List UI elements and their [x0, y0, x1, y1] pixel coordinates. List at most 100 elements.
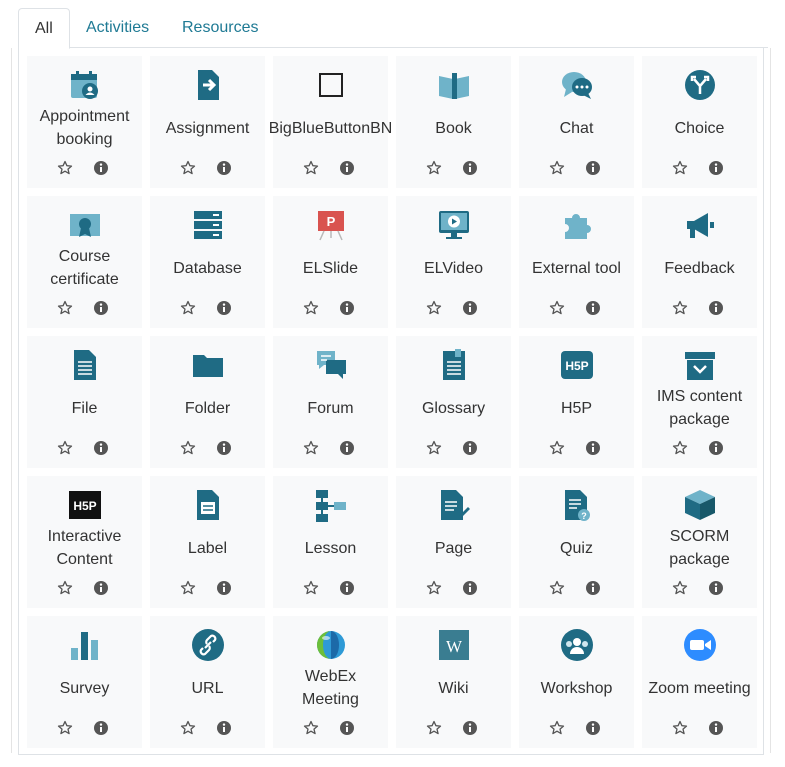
- module-card-assignment[interactable]: Assignment: [150, 56, 265, 188]
- info-icon[interactable]: [462, 720, 478, 736]
- star-icon[interactable]: [426, 440, 442, 456]
- star-icon[interactable]: [303, 720, 319, 736]
- info-icon[interactable]: [585, 580, 601, 596]
- module-card-webex-meeting[interactable]: WebEx Meeting: [273, 616, 388, 748]
- star-icon[interactable]: [303, 300, 319, 316]
- star-icon[interactable]: [672, 720, 688, 736]
- info-icon[interactable]: [462, 300, 478, 316]
- module-card-chat[interactable]: Chat: [519, 56, 634, 188]
- info-icon[interactable]: [339, 580, 355, 596]
- tab-resources[interactable]: Resources: [166, 8, 274, 49]
- module-card-feedback[interactable]: Feedback: [642, 196, 757, 328]
- info-icon[interactable]: [339, 300, 355, 316]
- info-icon[interactable]: [708, 160, 724, 176]
- star-icon[interactable]: [180, 580, 196, 596]
- star-icon[interactable]: [426, 300, 442, 316]
- module-card-file[interactable]: File: [27, 336, 142, 468]
- module-card-bigbluebuttonbn[interactable]: BigBlueButtonBN: [269, 56, 392, 188]
- info-icon[interactable]: [339, 160, 355, 176]
- bar-chart-icon: [68, 628, 102, 662]
- module-card-label[interactable]: Label: [150, 476, 265, 608]
- star-icon[interactable]: [426, 580, 442, 596]
- star-icon[interactable]: [426, 160, 442, 176]
- star-icon[interactable]: [303, 160, 319, 176]
- star-icon[interactable]: [57, 440, 73, 456]
- info-icon[interactable]: [708, 720, 724, 736]
- info-icon[interactable]: [708, 300, 724, 316]
- info-icon[interactable]: [585, 160, 601, 176]
- tab-bar: All Activities Resources: [18, 8, 768, 49]
- star-icon[interactable]: [549, 720, 565, 736]
- info-icon[interactable]: [462, 440, 478, 456]
- star-icon[interactable]: [426, 720, 442, 736]
- info-icon[interactable]: [339, 720, 355, 736]
- puzzle-icon: [560, 208, 594, 242]
- module-card-forum[interactable]: Forum: [273, 336, 388, 468]
- module-grid: Appointment booking Assignment BigBlueButt…: [27, 56, 757, 748]
- star-icon[interactable]: [180, 440, 196, 456]
- star-icon[interactable]: [57, 580, 73, 596]
- info-icon[interactable]: [339, 440, 355, 456]
- forum-icon: [314, 348, 348, 382]
- module-card-scorm-package[interactable]: SCORM package: [642, 476, 757, 608]
- star-icon[interactable]: [57, 160, 73, 176]
- module-card-elslide[interactable]: P ELSlide: [273, 196, 388, 328]
- module-card-external-tool[interactable]: External tool: [519, 196, 634, 328]
- star-icon[interactable]: [57, 720, 73, 736]
- info-icon[interactable]: [708, 580, 724, 596]
- star-icon[interactable]: [672, 440, 688, 456]
- info-icon[interactable]: [216, 160, 232, 176]
- info-icon[interactable]: [462, 580, 478, 596]
- module-card-wiki[interactable]: W Wiki: [396, 616, 511, 748]
- star-icon[interactable]: [303, 580, 319, 596]
- star-icon[interactable]: [549, 580, 565, 596]
- star-icon[interactable]: [303, 440, 319, 456]
- module-card-page[interactable]: Page: [396, 476, 511, 608]
- module-card-url[interactable]: URL: [150, 616, 265, 748]
- module-card-lesson[interactable]: Lesson: [273, 476, 388, 608]
- module-card-interactive-content[interactable]: H5P Interactive Content: [27, 476, 142, 608]
- star-icon[interactable]: [180, 300, 196, 316]
- module-card-workshop[interactable]: Workshop: [519, 616, 634, 748]
- info-icon[interactable]: [93, 440, 109, 456]
- star-icon[interactable]: [57, 300, 73, 316]
- star-icon[interactable]: [180, 720, 196, 736]
- module-card-elvideo[interactable]: ELVideo: [396, 196, 511, 328]
- star-icon[interactable]: [549, 300, 565, 316]
- module-card-glossary[interactable]: Glossary: [396, 336, 511, 468]
- info-icon[interactable]: [216, 720, 232, 736]
- module-card-survey[interactable]: Survey: [27, 616, 142, 748]
- info-icon[interactable]: [462, 160, 478, 176]
- info-icon[interactable]: [93, 720, 109, 736]
- module-card-zoom-meeting[interactable]: Zoom meeting: [642, 616, 757, 748]
- info-icon[interactable]: [708, 440, 724, 456]
- module-card-appointment-booking[interactable]: Appointment booking: [27, 56, 142, 188]
- info-icon[interactable]: [585, 720, 601, 736]
- module-card-choice[interactable]: Choice: [642, 56, 757, 188]
- info-icon[interactable]: [216, 580, 232, 596]
- scrollbar-track[interactable]: [770, 48, 771, 753]
- module-card-quiz[interactable]: ? Quiz: [519, 476, 634, 608]
- module-name: Quiz: [560, 539, 593, 557]
- tab-activities[interactable]: Activities: [70, 8, 165, 49]
- module-card-ims-content-package[interactable]: IMS content package: [642, 336, 757, 468]
- tab-all[interactable]: All: [18, 8, 70, 49]
- module-card-database[interactable]: Database: [150, 196, 265, 328]
- star-icon[interactable]: [672, 160, 688, 176]
- info-icon[interactable]: [585, 440, 601, 456]
- module-card-book[interactable]: Book: [396, 56, 511, 188]
- info-icon[interactable]: [93, 580, 109, 596]
- star-icon[interactable]: [549, 440, 565, 456]
- info-icon[interactable]: [585, 300, 601, 316]
- star-icon[interactable]: [549, 160, 565, 176]
- module-card-course-certificate[interactable]: Course certificate: [27, 196, 142, 328]
- star-icon[interactable]: [180, 160, 196, 176]
- star-icon[interactable]: [672, 580, 688, 596]
- info-icon[interactable]: [216, 300, 232, 316]
- info-icon[interactable]: [93, 300, 109, 316]
- module-card-h5p[interactable]: H5P H5P: [519, 336, 634, 468]
- info-icon[interactable]: [93, 160, 109, 176]
- info-icon[interactable]: [216, 440, 232, 456]
- module-card-folder[interactable]: Folder: [150, 336, 265, 468]
- star-icon[interactable]: [672, 300, 688, 316]
